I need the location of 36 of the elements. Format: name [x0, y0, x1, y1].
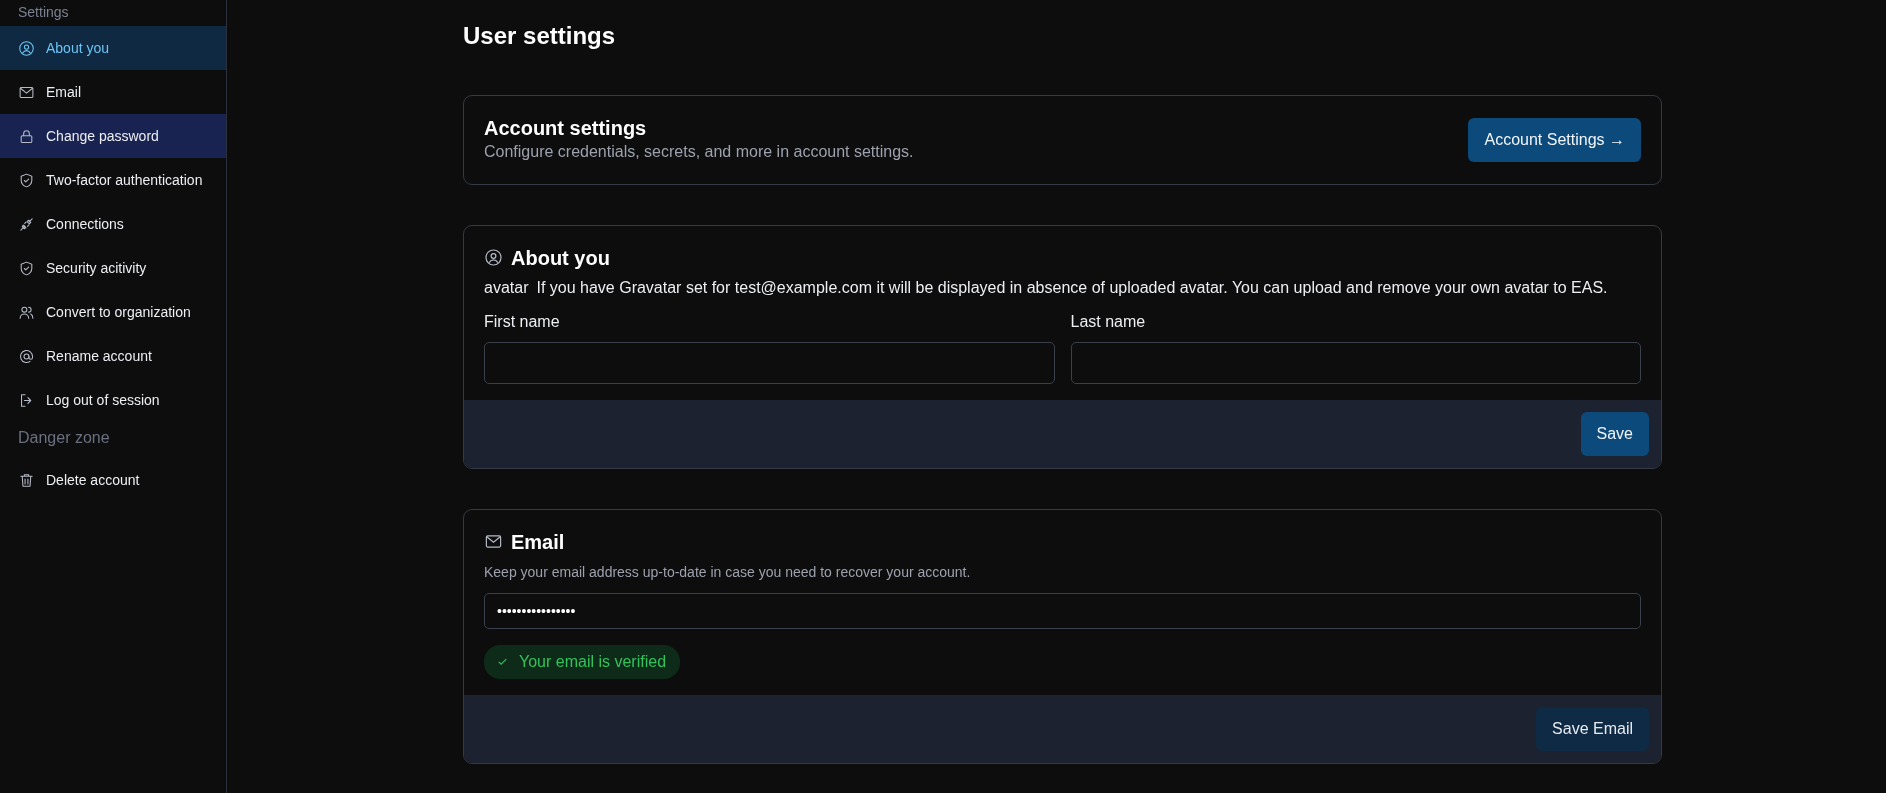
shield-check-icon	[18, 171, 35, 189]
card-description: Configure credentials, secrets, and more in account settings.	[484, 141, 914, 162]
avatar-note: If you have Gravatar set for test@example.com it will be displayed in absence of uploaded avatar. You can upload and remove your own avatar to EAS.	[536, 277, 1608, 298]
plug-icon	[18, 215, 35, 233]
field-label: Last name	[1070, 311, 1147, 332]
input-field[interactable]	[1070, 341, 1641, 384]
sidebar-item[interactable]: Rename account	[0, 334, 226, 378]
avatar-label: avatar	[484, 277, 529, 298]
sidebar-item[interactable]: Change password	[0, 114, 226, 158]
sidebar-item[interactable]: Log out of session	[0, 378, 226, 422]
sidebar-heading: Settings	[17, 3, 70, 22]
card-title: About you	[511, 245, 610, 270]
sidebar-item[interactable]: Delete account	[0, 458, 226, 502]
sidebar-item[interactable]: Two-factor authentication	[0, 158, 226, 202]
shield-check-icon	[18, 259, 35, 277]
sidebar-item[interactable]: Convert to organization	[0, 290, 226, 334]
padlock-icon	[18, 127, 35, 145]
field-label: First name	[484, 311, 561, 332]
save-button[interactable]: Save	[1580, 411, 1649, 456]
sidebar-item[interactable]: Email	[0, 70, 226, 114]
input-field[interactable]	[484, 341, 1055, 384]
card-description: Keep your email address up-to-date in case you need to recover your account.	[484, 562, 972, 582]
user-circle-icon	[484, 248, 503, 268]
verified-badge: Your email is verified	[484, 644, 681, 679]
page-title: User settings	[463, 22, 617, 51]
sidebar-heading: Danger zone	[17, 428, 111, 448]
trash-icon	[18, 471, 35, 489]
card-title: Account settings	[484, 115, 648, 140]
card-title: Email	[511, 529, 565, 554]
email-field[interactable]: ••••••••••••••••	[484, 592, 1641, 629]
user-circle-icon	[18, 39, 35, 57]
account-settings-button[interactable]: Account Settings →	[1468, 117, 1641, 162]
sidebar-item[interactable]: Security acitivity	[0, 246, 226, 290]
sidebar-item[interactable]: Connections	[0, 202, 226, 246]
sidebar-item[interactable]: About you	[0, 26, 226, 70]
at-sign-icon	[18, 347, 35, 365]
